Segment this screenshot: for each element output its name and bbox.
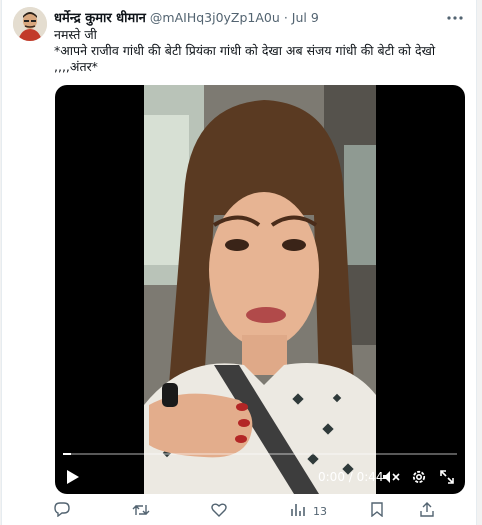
separator-dot: · — [283, 9, 288, 25]
tweet-line: ,,,,अंतर* — [54, 59, 98, 74]
tweet-header: धर्मेन्द्र कुमार धीमान @mAIHq3j0yZp1A0u … — [54, 8, 436, 27]
views-button[interactable]: 13 — [291, 502, 327, 521]
author-handle[interactable]: @mAIHq3j0yZp1A0u — [150, 10, 280, 25]
author-name[interactable]: धर्मेन्द्र कुमार धीमान — [54, 8, 146, 26]
more-icon[interactable] — [444, 9, 466, 27]
tweet-text: नमस्ते जी *आपने राजीव गांधी की बेटी प्रि… — [54, 27, 464, 75]
video-frame — [144, 85, 376, 494]
tweet-line: *आपने राजीव गांधी की बेटी प्रियंका गांधी… — [54, 43, 436, 58]
video-player[interactable]: 0:00 / 0:44 — [55, 85, 465, 494]
video-controls: 0:00 / 0:44 — [55, 458, 465, 494]
tweet-actions: 13 — [54, 502, 462, 522]
views-icon — [291, 502, 305, 521]
video-progress-bar[interactable] — [63, 453, 457, 455]
video-time: 0:00 / 0:44 — [318, 470, 384, 484]
reply-button[interactable] — [54, 502, 70, 521]
bookmark-icon — [371, 502, 383, 521]
like-button[interactable] — [211, 502, 227, 521]
tweet-card: धर्मेन्द्र कुमार धीमान @mAIHq3j0yZp1A0u … — [1, 0, 477, 525]
avatar[interactable] — [13, 7, 47, 41]
reply-icon — [54, 502, 70, 521]
views-count: 13 — [313, 505, 327, 518]
tweet-line: नमस्ते जी — [54, 27, 97, 42]
share-button[interactable] — [420, 502, 434, 521]
retweet-icon — [132, 502, 150, 521]
fullscreen-icon[interactable] — [437, 468, 457, 486]
video-progress-fill — [63, 453, 71, 455]
play-icon[interactable] — [64, 468, 82, 486]
mute-icon[interactable] — [381, 468, 401, 486]
retweet-button[interactable] — [132, 502, 150, 521]
bookmark-button[interactable] — [371, 502, 383, 521]
share-icon — [420, 502, 434, 521]
settings-icon[interactable] — [409, 468, 429, 486]
like-icon — [211, 502, 227, 521]
tweet-date[interactable]: Jul 9 — [292, 10, 319, 25]
